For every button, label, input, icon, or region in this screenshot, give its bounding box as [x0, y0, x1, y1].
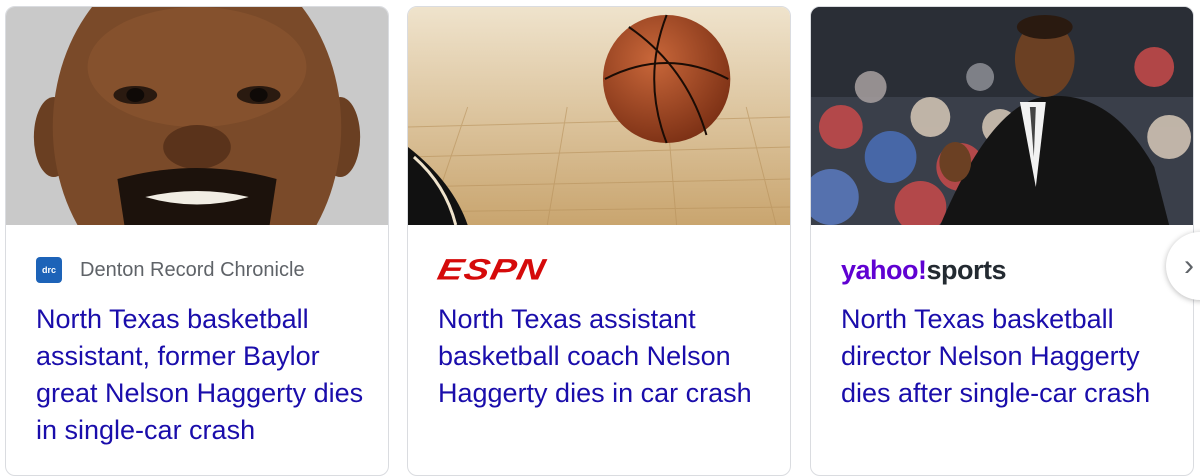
- news-source: ESPN: [435, 253, 549, 287]
- news-thumbnail-basketball: [408, 7, 790, 225]
- news-card[interactable]: yahoo!sports North Texas basketball dire…: [810, 6, 1194, 476]
- news-headline[interactable]: North Texas basketball assistant, former…: [36, 301, 366, 449]
- yahoo-sports-logo: yahoo!sports: [841, 254, 1007, 286]
- news-carousel: drc Denton Record Chronicle North Texas …: [0, 0, 1200, 476]
- news-card[interactable]: ESPN North Texas assistant basketball co…: [407, 6, 791, 476]
- news-thumbnail-coach: [811, 7, 1193, 225]
- news-source: yahoo!sports: [841, 253, 1007, 287]
- sports-logo-text: sports: [926, 254, 1007, 285]
- news-headline[interactable]: North Texas assistant basketball coach N…: [438, 301, 768, 412]
- newspaper-favicon-icon: drc: [36, 257, 62, 283]
- news-source: drc Denton Record Chronicle: [36, 253, 305, 287]
- yahoo-logo-text: yahoo!: [841, 254, 927, 285]
- chevron-right-icon: ›: [1184, 249, 1194, 282]
- espn-logo: ESPN: [434, 253, 549, 287]
- news-source-name: Denton Record Chronicle: [80, 258, 305, 281]
- news-thumbnail-portrait: [6, 7, 388, 225]
- news-headline[interactable]: North Texas basketball director Nelson H…: [841, 301, 1171, 412]
- news-card[interactable]: drc Denton Record Chronicle North Texas …: [5, 6, 389, 476]
